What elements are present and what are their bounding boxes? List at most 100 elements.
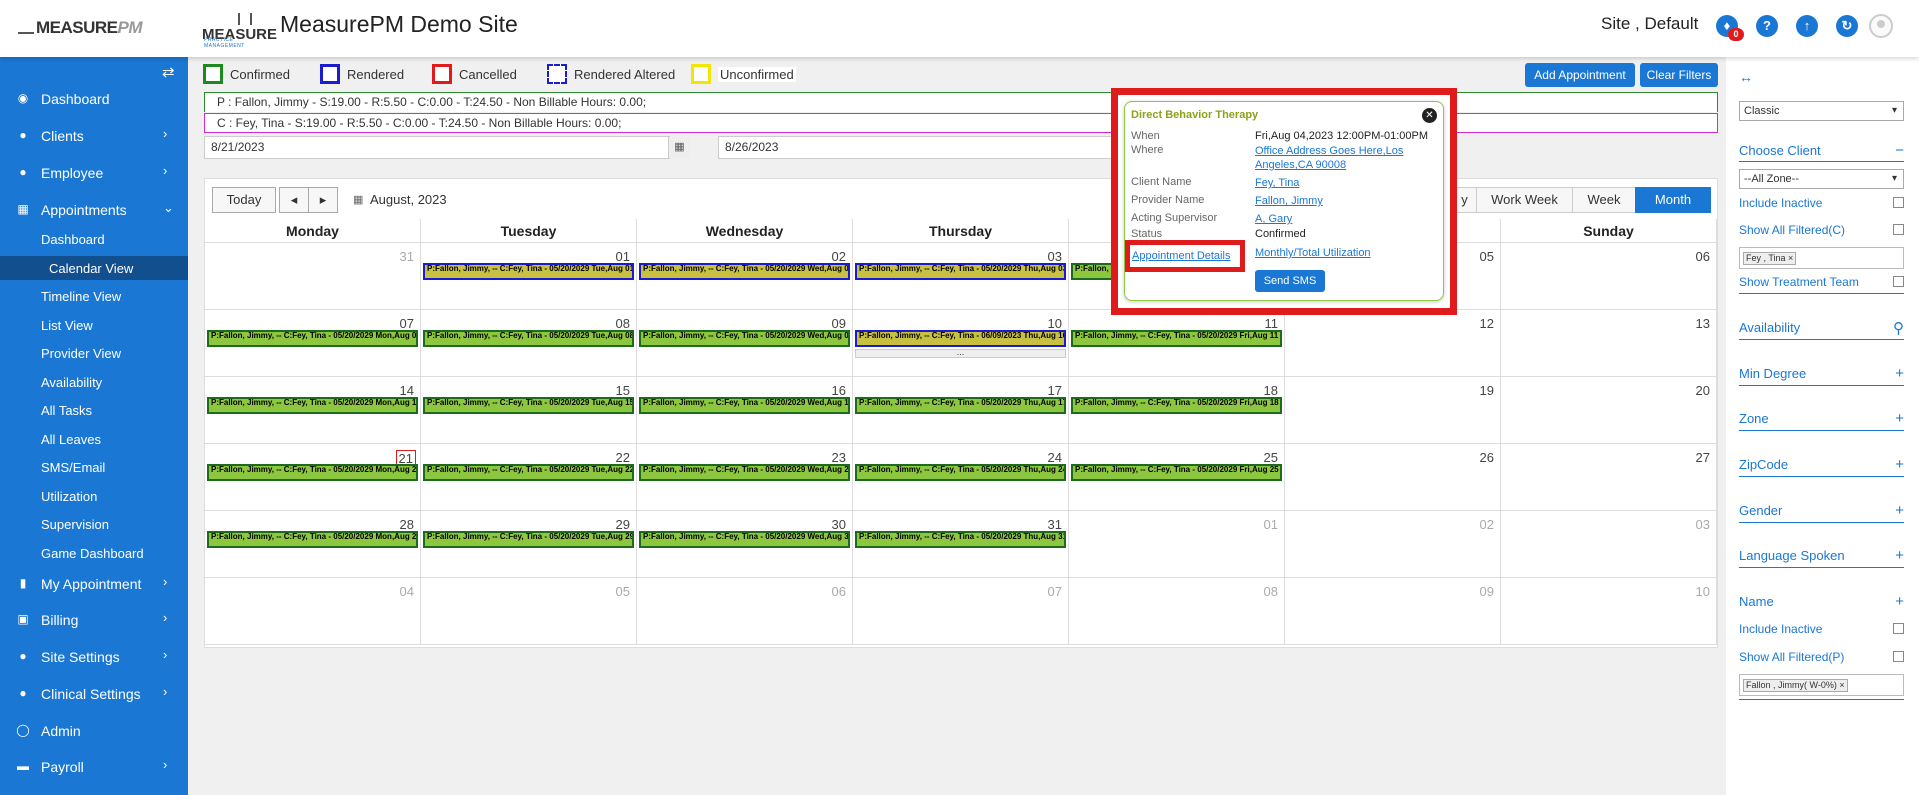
calendar-day-cell[interactable]: 07: [853, 578, 1069, 645]
close-icon[interactable]: ✕: [1422, 108, 1437, 123]
view-month-button[interactable]: Month: [1635, 187, 1711, 213]
calendar-day-cell[interactable]: 15 P:Fallon, Jimmy, -- C:Fey, Tina - 05/2…: [421, 377, 637, 444]
calendar-day-cell[interactable]: 07 P:Fallon, Jimmy, -- C:Fey, Tina - 05/2…: [205, 310, 421, 377]
appointment-event[interactable]: P:Fallon, Jimmy, -- C:Fey, Tina - 05/20/…: [423, 397, 634, 414]
client-tag-input[interactable]: Fey , Tina ×: [1739, 247, 1904, 269]
sidebar-subitem-dashboard[interactable]: Dashboard: [0, 227, 188, 251]
sidebar-item-employee[interactable]: ● Employee ›: [0, 161, 188, 187]
add-appointment-button[interactable]: Add Appointment: [1525, 63, 1635, 87]
calendar-day-cell[interactable]: 11 P:Fallon, Jimmy, -- C:Fey, Tina - 05/2…: [1069, 310, 1285, 377]
where-link[interactable]: Office Address Goes Here,Los Angeles,CA …: [1255, 144, 1415, 172]
sidebar-subitem-game-dashboard[interactable]: Game Dashboard: [0, 541, 188, 565]
zone-select[interactable]: --All Zone--: [1739, 169, 1904, 189]
appointment-event[interactable]: P:Fallon, Jimmy, -- C:Fey, Tina - 05/20/…: [855, 531, 1066, 548]
refresh-icon[interactable]: ↻: [1836, 15, 1858, 37]
acting-supervisor-link[interactable]: A, Gary: [1255, 212, 1415, 226]
calendar-day-cell[interactable]: 09: [1285, 578, 1501, 645]
include-inactive-checkbox[interactable]: [1893, 197, 1904, 208]
expand-panel-icon[interactable]: ↔: [1739, 69, 1753, 85]
help-icon[interactable]: ?: [1756, 15, 1778, 37]
calendar-day-cell[interactable]: 12: [1285, 310, 1501, 377]
calendar-day-cell[interactable]: 01 P:Fallon, Jimmy, -- C:Fey, Tina - 05/2…: [421, 243, 637, 310]
choose-client-toggle[interactable]: Choose Client −: [1739, 142, 1904, 159]
appointment-event[interactable]: P:Fallon, Jimmy, -- C:Fey, Tina - 05/20/…: [207, 330, 418, 347]
appointment-event[interactable]: P:Fallon, Jimmy, -- C:Fey, Tina - 05/20/…: [639, 397, 850, 414]
calendar-day-cell[interactable]: 28 P:Fallon, Jimmy, -- C:Fey, Tina - 05/2…: [205, 511, 421, 578]
calendar-day-cell[interactable]: 29 P:Fallon, Jimmy, -- C:Fey, Tina - 05/2…: [421, 511, 637, 578]
calendar-icon[interactable]: ▦: [668, 137, 690, 158]
calendar-day-cell[interactable]: 03 P:Fallon, Jimmy, -- C:Fey, Tina - 05/2…: [853, 243, 1069, 310]
sidebar-item-appointments[interactable]: ▦ Appointments ⌄: [0, 198, 188, 224]
remove-tag-icon[interactable]: ×: [1788, 253, 1793, 263]
include-inactive-provider-checkbox[interactable]: [1893, 623, 1904, 634]
sidebar-subitem-all-leaves[interactable]: All Leaves: [0, 427, 188, 451]
prev-month-button[interactable]: ◂: [279, 187, 309, 213]
sidebar-item-payroll[interactable]: ▬ Payroll ›: [0, 755, 188, 781]
show-all-filtered-c-checkbox[interactable]: [1893, 224, 1904, 235]
min-degree-toggle[interactable]: Min Degree +: [1739, 365, 1904, 382]
language-toggle[interactable]: Language Spoken +: [1739, 547, 1904, 564]
calendar-day-cell[interactable]: 10 P:Fallon, Jimmy, -- C:Fey, Tina - 06/0…: [853, 310, 1069, 377]
provider-name-link[interactable]: Fallon, Jimmy: [1255, 194, 1415, 208]
calendar-day-cell[interactable]: 08: [1069, 578, 1285, 645]
sidebar-subitem-provider-view[interactable]: Provider View: [0, 341, 188, 365]
sidebar-subitem-all-tasks[interactable]: All Tasks: [0, 398, 188, 422]
more-events-button[interactable]: ...: [855, 348, 1066, 358]
sidebar-subitem-list-view[interactable]: List View: [0, 313, 188, 337]
calendar-day-cell[interactable]: 02 P:Fallon, Jimmy, -- C:Fey, Tina - 05/2…: [637, 243, 853, 310]
calendar-day-cell[interactable]: 19: [1285, 377, 1501, 444]
zipcode-toggle[interactable]: ZipCode +: [1739, 456, 1904, 473]
appointment-event[interactable]: P:Fallon, Jimmy, -- C:Fey, Tina - 05/20/…: [639, 464, 850, 481]
sidebar-subitem-availability[interactable]: Availability: [0, 370, 188, 394]
sidebar-item-site-settings[interactable]: ● Site Settings ›: [0, 645, 188, 671]
sidebar-item-billing[interactable]: ▣ Billing ›: [0, 608, 188, 634]
calendar-day-cell[interactable]: 30 P:Fallon, Jimmy, -- C:Fey, Tina - 05/2…: [637, 511, 853, 578]
view-work-week-button[interactable]: Work Week: [1476, 187, 1573, 213]
utilization-link[interactable]: Monthly/Total Utilization: [1255, 246, 1415, 260]
calendar-day-cell[interactable]: 14 P:Fallon, Jimmy, -- C:Fey, Tina - 05/2…: [205, 377, 421, 444]
calendar-day-cell[interactable]: 21 P:Fallon, Jimmy, -- C:Fey, Tina - 05/2…: [205, 444, 421, 511]
calendar-day-cell[interactable]: 18 P:Fallon, Jimmy, -- C:Fey, Tina - 05/2…: [1069, 377, 1285, 444]
show-treatment-team-checkbox[interactable]: [1893, 276, 1904, 287]
calendar-day-cell[interactable]: 06: [1501, 243, 1717, 310]
bell-icon[interactable]: ♦ 0: [1716, 15, 1744, 41]
calendar-day-cell[interactable]: 13: [1501, 310, 1717, 377]
upload-icon[interactable]: ↑: [1796, 15, 1818, 37]
appointment-event[interactable]: P:Fallon, Jimmy, -- C:Fey, Tina - 05/20/…: [207, 397, 418, 414]
calendar-day-cell[interactable]: 03: [1501, 511, 1717, 578]
view-mode-select[interactable]: Classic: [1739, 101, 1904, 121]
calendar-day-cell[interactable]: 08 P:Fallon, Jimmy, -- C:Fey, Tina - 05/2…: [421, 310, 637, 377]
calendar-day-cell[interactable]: 17 P:Fallon, Jimmy, -- C:Fey, Tina - 05/2…: [853, 377, 1069, 444]
calendar-day-cell[interactable]: 16 P:Fallon, Jimmy, -- C:Fey, Tina - 05/2…: [637, 377, 853, 444]
appointment-details-link[interactable]: Appointment Details: [1132, 250, 1230, 262]
appointment-event[interactable]: P:Fallon, Jimmy, -- C:Fey, Tina - 05/20/…: [855, 397, 1066, 414]
collapse-sidebar-icon[interactable]: ⇄: [162, 63, 175, 81]
calendar-day-cell[interactable]: 05: [421, 578, 637, 645]
sidebar-item-clinical-settings[interactable]: ● Clinical Settings ›: [0, 682, 188, 708]
appointment-event[interactable]: P:Fallon, Jimmy, -- C:Fey, Tina - 05/20/…: [1071, 464, 1282, 481]
show-all-filtered-p-checkbox[interactable]: [1893, 651, 1904, 662]
appointment-event[interactable]: P:Fallon, Jimmy, -- C:Fey, Tina - 05/20/…: [639, 330, 850, 347]
appointment-event[interactable]: P:Fallon, Jimmy, -- C:Fey, Tina - 05/20/…: [423, 464, 634, 481]
appointment-event[interactable]: P:Fallon, Jimmy, -- C:Fey, Tina - 05/20/…: [1071, 330, 1282, 347]
sidebar-item-dashboard[interactable]: ◉ Dashboard: [0, 87, 188, 113]
appointment-event[interactable]: P:Fallon, Jimmy, -- C:Fey, Tina - 05/20/…: [639, 531, 850, 548]
provider-tag-input[interactable]: Fallon , Jimmy( W-0%) ×: [1739, 674, 1904, 696]
today-button[interactable]: Today: [212, 187, 276, 213]
appointment-event[interactable]: P:Fallon, Jimmy, -- C:Fey, Tina - 05/20/…: [423, 531, 634, 548]
calendar-day-cell[interactable]: 10: [1501, 578, 1717, 645]
send-sms-button[interactable]: Send SMS: [1255, 270, 1325, 292]
appointment-event[interactable]: P:Fallon, Jimmy, -- C:Fey, Tina - 05/20/…: [855, 464, 1066, 481]
view-week-button[interactable]: Week: [1572, 187, 1636, 213]
availability-toggle[interactable]: Availability ⚲: [1739, 320, 1904, 337]
gender-toggle[interactable]: Gender +: [1739, 502, 1904, 519]
appointment-event[interactable]: P:Fallon, Jimmy, -- C:Fey, Tina - 05/20/…: [1071, 397, 1282, 414]
end-date-input[interactable]: 8/26/2023: [718, 136, 1118, 159]
name-toggle[interactable]: Name +: [1739, 593, 1904, 610]
calendar-day-cell[interactable]: 23 P:Fallon, Jimmy, -- C:Fey, Tina - 05/2…: [637, 444, 853, 511]
calendar-day-cell[interactable]: 22 P:Fallon, Jimmy, -- C:Fey, Tina - 05/2…: [421, 444, 637, 511]
sidebar-item-admin[interactable]: ◯ Admin: [0, 719, 188, 745]
appointment-event[interactable]: P:Fallon, Jimmy, -- C:Fey, Tina - 05/20/…: [639, 263, 850, 280]
appointment-event[interactable]: P:Fallon, Jimmy, -- C:Fey, Tina - 05/20/…: [207, 531, 418, 548]
calendar-day-cell[interactable]: 27: [1501, 444, 1717, 511]
